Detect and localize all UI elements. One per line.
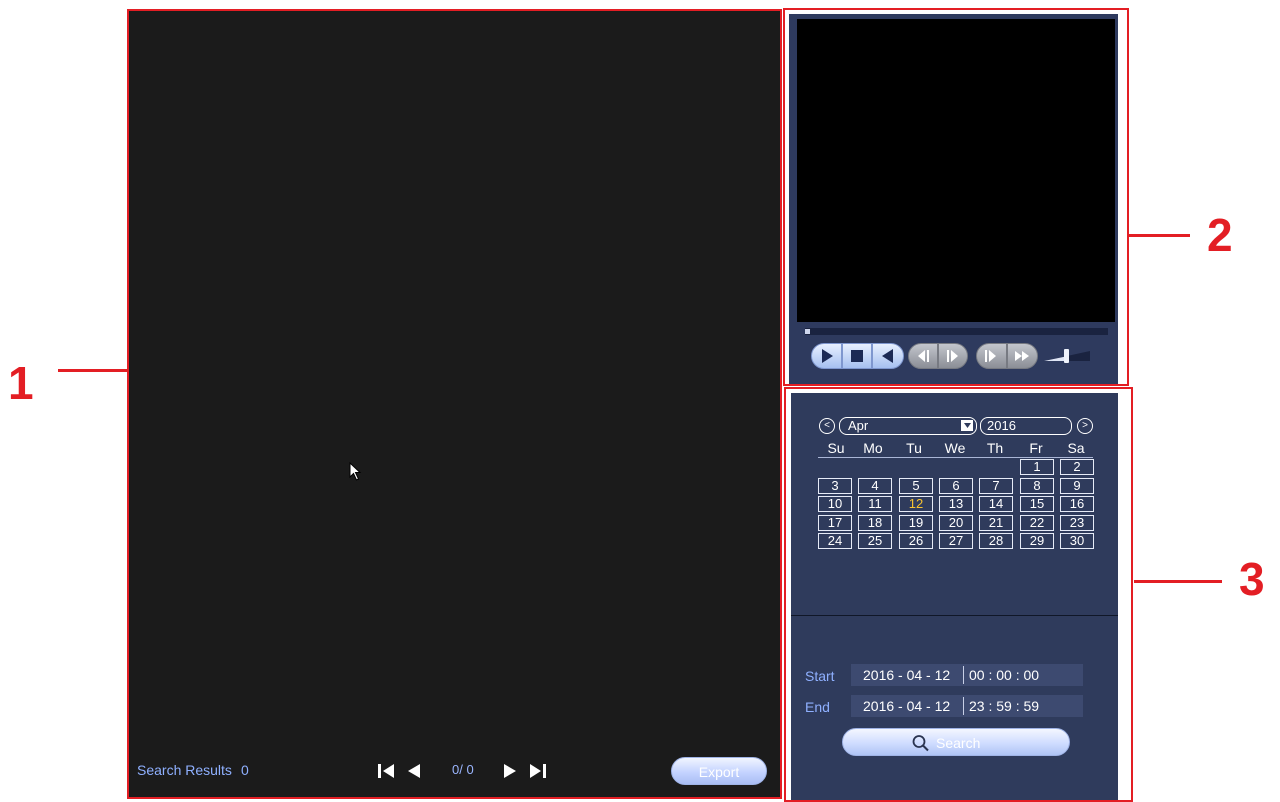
previous-page-icon[interactable] (404, 761, 424, 781)
stop-button[interactable] (842, 343, 872, 369)
calendar-day[interactable]: 20 (939, 515, 973, 531)
calendar-day[interactable]: 7 (979, 478, 1013, 494)
calendar-day[interactable]: 15 (1020, 496, 1054, 512)
calendar-day[interactable]: 10 (818, 496, 852, 512)
start-time-value: 00 : 00 : 00 (969, 667, 1040, 683)
next-frame-icon (947, 350, 958, 362)
weekday-label: Mo (863, 440, 883, 456)
end-datetime-field[interactable]: 2016 - 04 - 12 23 : 59 : 59 (851, 695, 1083, 717)
weekday-divider (818, 457, 1093, 458)
callout-line-3 (1134, 580, 1222, 583)
stop-icon (851, 350, 863, 362)
end-label: End (805, 699, 830, 715)
calendar-day[interactable]: 5 (899, 478, 933, 494)
weekday-label: Th (986, 440, 1004, 456)
calendar-day[interactable]: 24 (818, 533, 852, 549)
calendar-day[interactable]: 23 (1060, 515, 1094, 531)
callout-number-3: 3 (1239, 553, 1265, 605)
panel-divider (791, 615, 1118, 616)
calendar-day[interactable]: 30 (1060, 533, 1094, 549)
calendar-day[interactable]: 16 (1060, 496, 1094, 512)
previous-frame-button[interactable] (908, 343, 938, 369)
page-indicator: 0/ 0 (452, 762, 474, 777)
reverse-play-button[interactable] (872, 343, 904, 369)
next-month-button[interactable]: > (1077, 418, 1093, 434)
calendar-day[interactable]: 3 (818, 478, 852, 494)
weekday-label: Su (827, 440, 845, 456)
search-results-panel (127, 9, 782, 799)
search-results-label: Search Results (137, 762, 232, 778)
calendar-day[interactable]: 2 (1060, 459, 1094, 475)
start-label: Start (805, 668, 835, 684)
calendar-day[interactable]: 29 (1020, 533, 1054, 549)
calendar-day[interactable]: 19 (899, 515, 933, 531)
weekday-label: Fr (1029, 440, 1043, 456)
mouse-pointer-icon (349, 462, 362, 481)
video-preview[interactable] (797, 19, 1115, 322)
next-page-icon[interactable] (500, 761, 520, 781)
export-button[interactable]: Export (671, 757, 767, 785)
callout-number-2: 2 (1207, 209, 1233, 261)
calendar-day[interactable]: 11 (858, 496, 892, 512)
callout-number-1: 1 (8, 357, 34, 409)
search-results-count: 0 (241, 762, 249, 778)
search-icon (912, 735, 929, 752)
end-date-value: 2016 - 04 - 12 (863, 698, 951, 714)
calendar-day[interactable]: 6 (939, 478, 973, 494)
calendar-day[interactable]: 26 (899, 533, 933, 549)
previous-month-button[interactable]: < (819, 418, 835, 434)
reverse-play-icon (882, 349, 893, 363)
volume-icon[interactable] (1042, 347, 1092, 365)
end-time-value: 23 : 59 : 59 (969, 698, 1040, 714)
calendar-day[interactable]: 1 (1020, 459, 1054, 475)
fast-forward-button[interactable] (1007, 343, 1038, 369)
calendar-day[interactable]: 9 (1060, 478, 1094, 494)
calendar-day[interactable]: 17 (818, 515, 852, 531)
slow-play-button[interactable] (976, 343, 1007, 369)
calendar-day[interactable]: 27 (939, 533, 973, 549)
search-button[interactable]: Search (842, 728, 1070, 756)
calendar-day[interactable]: 22 (1020, 515, 1054, 531)
next-frame-button[interactable] (938, 343, 968, 369)
start-date-value: 2016 - 04 - 12 (863, 667, 951, 683)
last-page-icon[interactable] (528, 761, 548, 781)
chevron-down-icon (961, 420, 973, 431)
start-datetime-field[interactable]: 2016 - 04 - 12 00 : 00 : 00 (851, 664, 1083, 686)
calendar-day[interactable]: 21 (979, 515, 1013, 531)
playback-progress-knob[interactable] (805, 329, 810, 334)
weekday-label: Sa (1067, 440, 1085, 456)
weekday-label: We (944, 440, 966, 456)
calendar-day[interactable]: 12 (899, 496, 933, 512)
slow-play-icon (985, 350, 996, 362)
weekday-label: Tu (906, 440, 922, 456)
play-button[interactable] (811, 343, 842, 369)
play-icon (822, 349, 833, 363)
callout-line-1 (58, 369, 128, 372)
date-time-separator (963, 697, 964, 715)
search-button-label: Search (936, 735, 981, 751)
month-value: Apr (848, 418, 869, 433)
calendar-day[interactable]: 28 (979, 533, 1013, 549)
callout-line-2 (1129, 234, 1190, 237)
calendar-day[interactable]: 8 (1020, 478, 1054, 494)
prev-frame-icon (918, 350, 929, 362)
playback-progress-bar[interactable] (805, 328, 1108, 335)
first-page-icon[interactable] (376, 761, 396, 781)
calendar-day[interactable]: 4 (858, 478, 892, 494)
date-time-separator (963, 666, 964, 684)
year-value: 2016 (987, 418, 1016, 433)
calendar-day[interactable]: 13 (939, 496, 973, 512)
year-field[interactable]: 2016 (980, 417, 1072, 435)
calendar-day[interactable]: 25 (858, 533, 892, 549)
fast-forward-icon (1015, 351, 1029, 361)
calendar-day[interactable]: 18 (858, 515, 892, 531)
calendar-day[interactable]: 14 (979, 496, 1013, 512)
month-select[interactable]: Apr (839, 417, 977, 435)
